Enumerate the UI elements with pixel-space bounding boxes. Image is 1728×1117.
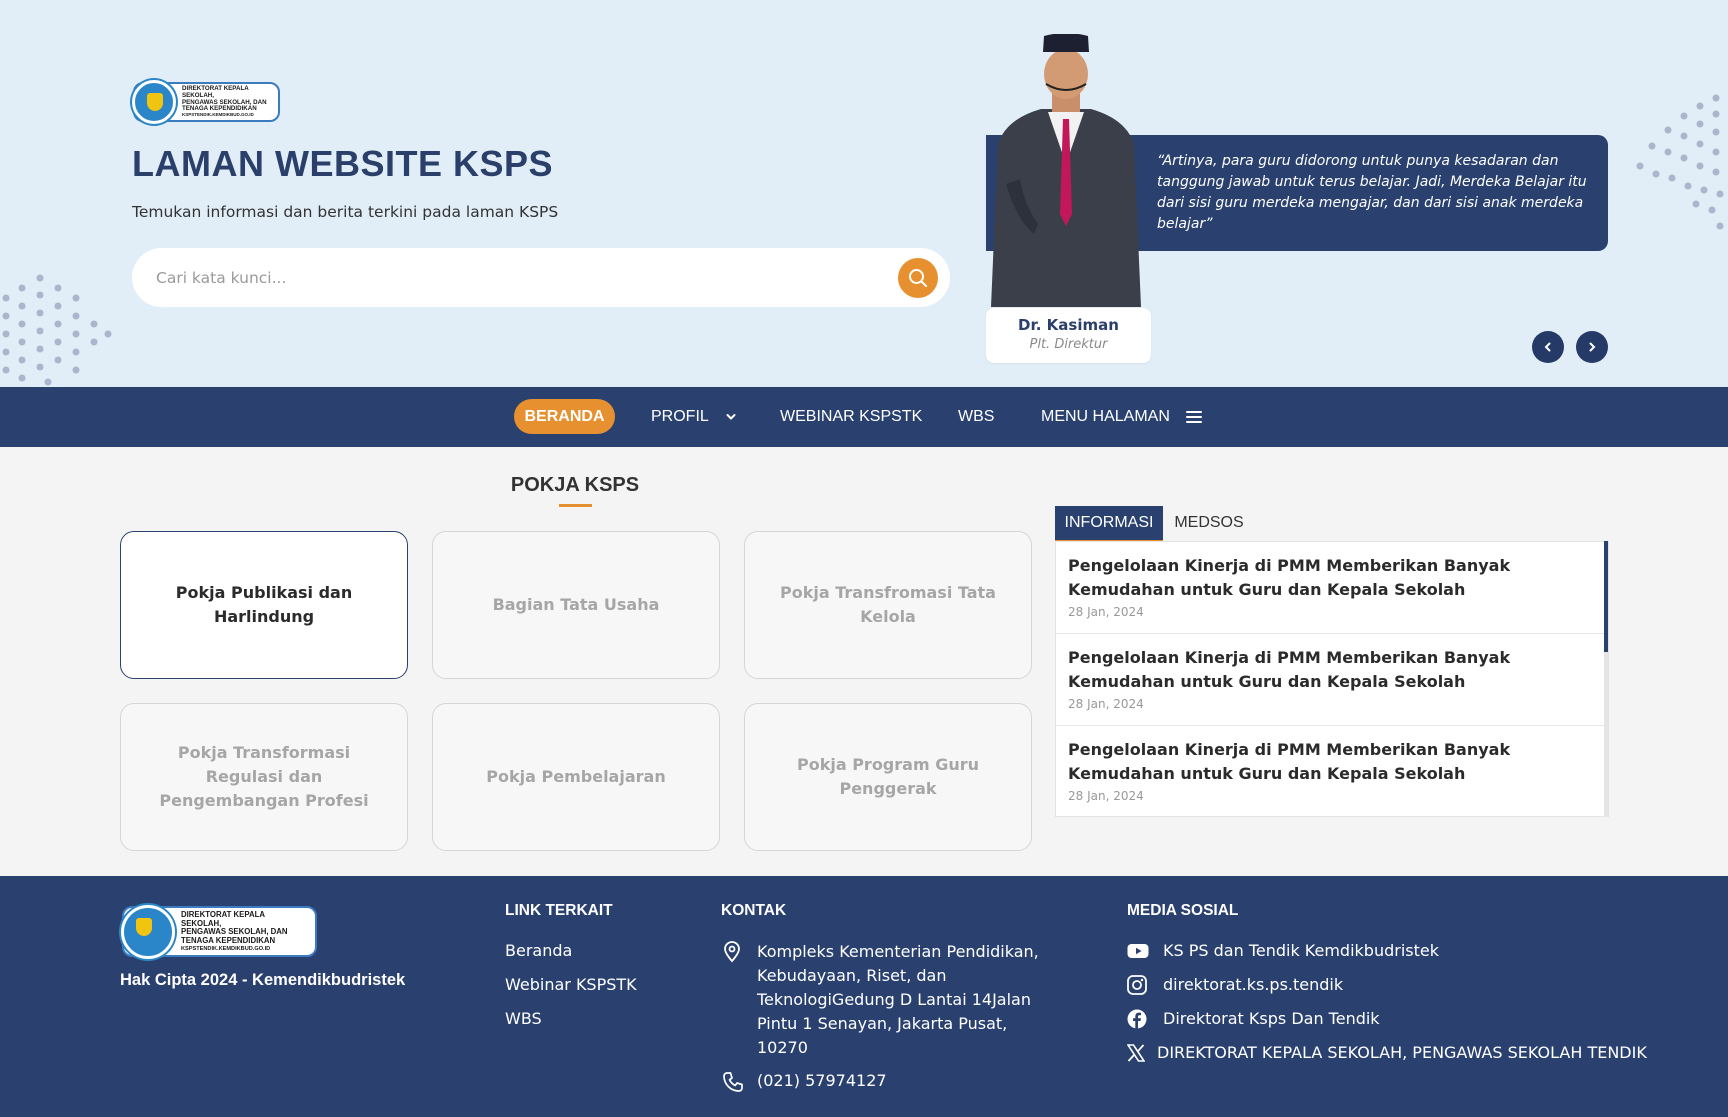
nav-menu-label: MENU HALAMAN xyxy=(1041,408,1170,425)
nav-profil[interactable]: PROFIL xyxy=(651,387,737,447)
chevron-down-icon xyxy=(726,414,736,420)
tut-wuri-handayani-emblem-icon xyxy=(121,904,175,959)
person-name-card: Dr. Kasiman Plt. Direktur xyxy=(986,308,1151,363)
hero-section: DIREKTORAT KEPALA SEKOLAH, PENGAWAS SEKO… xyxy=(0,0,1728,387)
news-title: Pengelolaan Kinerja di PMM Memberikan Ba… xyxy=(1068,648,1511,691)
chevron-right-icon xyxy=(1589,342,1596,352)
pokja-section-title: POKJA KSPS xyxy=(510,474,640,496)
nav-wbs[interactable]: WBS xyxy=(958,387,994,447)
location-pin-icon xyxy=(724,941,740,963)
news-item[interactable]: Pengelolaan Kinerja di PMM Memberikan Ba… xyxy=(1056,634,1608,726)
logo-line-4: KSPSTENDIK.KEMDIKBUD.GO.ID xyxy=(181,945,271,952)
decorative-dots-left xyxy=(2,274,112,386)
footer-link-wbs[interactable]: WBS xyxy=(505,1009,542,1028)
search-bar xyxy=(132,248,950,307)
news-scrollbar-thumb[interactable] xyxy=(1604,541,1608,652)
pokja-card-guru-penggerak[interactable]: Pokja Program Guru Penggerak xyxy=(744,703,1032,851)
instagram-icon xyxy=(1127,975,1147,995)
hero-logo[interactable]: DIREKTORAT KEPALA SEKOLAH, PENGAWAS SEKO… xyxy=(132,80,280,124)
footer-address: Kompleks Kementerian Pendidikan, Kebuday… xyxy=(757,942,1039,1057)
news-title: Pengelolaan Kinerja di PMM Memberikan Ba… xyxy=(1068,556,1511,599)
chevron-left-icon xyxy=(1544,342,1551,352)
director-photo xyxy=(991,34,1141,307)
logo-text: DIREKTORAT KEPALA SEKOLAH, PENGAWAS SEKO… xyxy=(176,84,278,118)
search-input[interactable] xyxy=(156,248,896,307)
x-twitter-icon xyxy=(1127,1044,1145,1062)
facebook-icon xyxy=(1127,1009,1147,1029)
footer-logo[interactable]: DIREKTORAT KEPALA SEKOLAH, PENGAWAS SEKO… xyxy=(121,904,317,959)
phone-icon xyxy=(723,1072,743,1092)
pokja-card-pembelajaran[interactable]: Pokja Pembelajaran xyxy=(432,703,720,851)
footer-phone[interactable]: (021) 57974127 xyxy=(757,1071,887,1090)
pokja-card-regulasi[interactable]: Pokja Transformasi Regulasi dan Pengemba… xyxy=(120,703,408,851)
footer-social-heading: MEDIA SOSIAL xyxy=(1127,902,1239,919)
news-list: Pengelolaan Kinerja di PMM Memberikan Ba… xyxy=(1055,541,1609,817)
logo-line-1: DIREKTORAT KEPALA SEKOLAH, xyxy=(182,84,249,99)
news-title: Pengelolaan Kinerja di PMM Memberikan Ba… xyxy=(1068,740,1511,783)
nav-profil-label: PROFIL xyxy=(651,408,709,425)
news-date: 28 Jan, 2024 xyxy=(1068,605,1144,619)
news-date: 28 Jan, 2024 xyxy=(1068,789,1144,803)
news-date: 28 Jan, 2024 xyxy=(1068,697,1144,711)
search-icon xyxy=(909,269,927,287)
pokja-card-publikasi[interactable]: Pokja Publikasi dan Harlindung xyxy=(120,531,408,679)
person-name: Dr. Kasiman xyxy=(1018,316,1119,334)
social-facebook-link[interactable]: Direktorat Ksps Dan Tendik xyxy=(1163,1009,1380,1028)
pokja-card-tata-kelola[interactable]: Pokja Transfromasi Tata Kelola xyxy=(744,531,1032,679)
social-youtube-link[interactable]: KS PS dan Tendik Kemdikbudristek xyxy=(1163,941,1439,960)
main-navbar: BERANDA PROFIL WEBINAR KSPSTK WBS MENU H… xyxy=(0,387,1728,447)
social-x-link[interactable]: DIREKTORAT KEPALA SEKOLAH, PENGAWAS SEKO… xyxy=(1157,1043,1647,1062)
pokja-card-tata-usaha[interactable]: Bagian Tata Usaha xyxy=(432,531,720,679)
tab-medsos[interactable]: MEDSOS xyxy=(1166,506,1252,540)
news-item[interactable]: Pengelolaan Kinerja di PMM Memberikan Ba… xyxy=(1056,726,1608,816)
youtube-icon xyxy=(1127,944,1149,958)
page-title: LAMAN WEBSITE KSPS xyxy=(132,143,554,184)
logo-line-4: KSPSTENDIK.KEMDIKBUD.GO.ID xyxy=(182,112,254,118)
footer-contact-heading: KONTAK xyxy=(721,902,787,919)
social-instagram-link[interactable]: direktorat.ks.ps.tendik xyxy=(1163,975,1343,994)
news-item[interactable]: Pengelolaan Kinerja di PMM Memberikan Ba… xyxy=(1056,542,1608,634)
page-subtitle: Temukan informasi dan berita terkini pad… xyxy=(132,203,559,221)
nav-menu-halaman[interactable]: MENU HALAMAN xyxy=(1041,387,1202,447)
tab-informasi[interactable]: INFORMASI xyxy=(1055,506,1163,543)
logo-line-1: DIREKTORAT KEPALA SEKOLAH, xyxy=(181,910,265,928)
footer-link-beranda[interactable]: Beranda xyxy=(505,941,572,960)
footer-copyright: Hak Cipta 2024 - Kemendikbudristek xyxy=(120,971,406,989)
decorative-dots-right xyxy=(1636,94,1724,230)
section-title-underline xyxy=(559,504,592,507)
quote-text: “Artinya, para guru didorong untuk punya… xyxy=(1157,153,1587,232)
footer-links-heading: LINK TERKAIT xyxy=(505,902,613,919)
nav-webinar[interactable]: WEBINAR KSPSTK xyxy=(780,387,922,447)
logo-line-3: TENAGA KEPENDIDIKAN xyxy=(181,935,276,945)
tut-wuri-handayani-emblem-icon xyxy=(132,80,176,124)
carousel-prev-button[interactable] xyxy=(1532,331,1564,363)
logo-text: DIREKTORAT KEPALA SEKOLAH, PENGAWAS SEKO… xyxy=(175,910,315,952)
search-button[interactable] xyxy=(898,258,938,298)
person-role: Plt. Direktur xyxy=(1029,337,1108,352)
hamburger-menu-icon xyxy=(1185,411,1202,423)
carousel-next-button[interactable] xyxy=(1576,331,1608,363)
nav-beranda[interactable]: BERANDA xyxy=(514,399,615,434)
footer-link-webinar[interactable]: Webinar KSPSTK xyxy=(505,975,637,994)
